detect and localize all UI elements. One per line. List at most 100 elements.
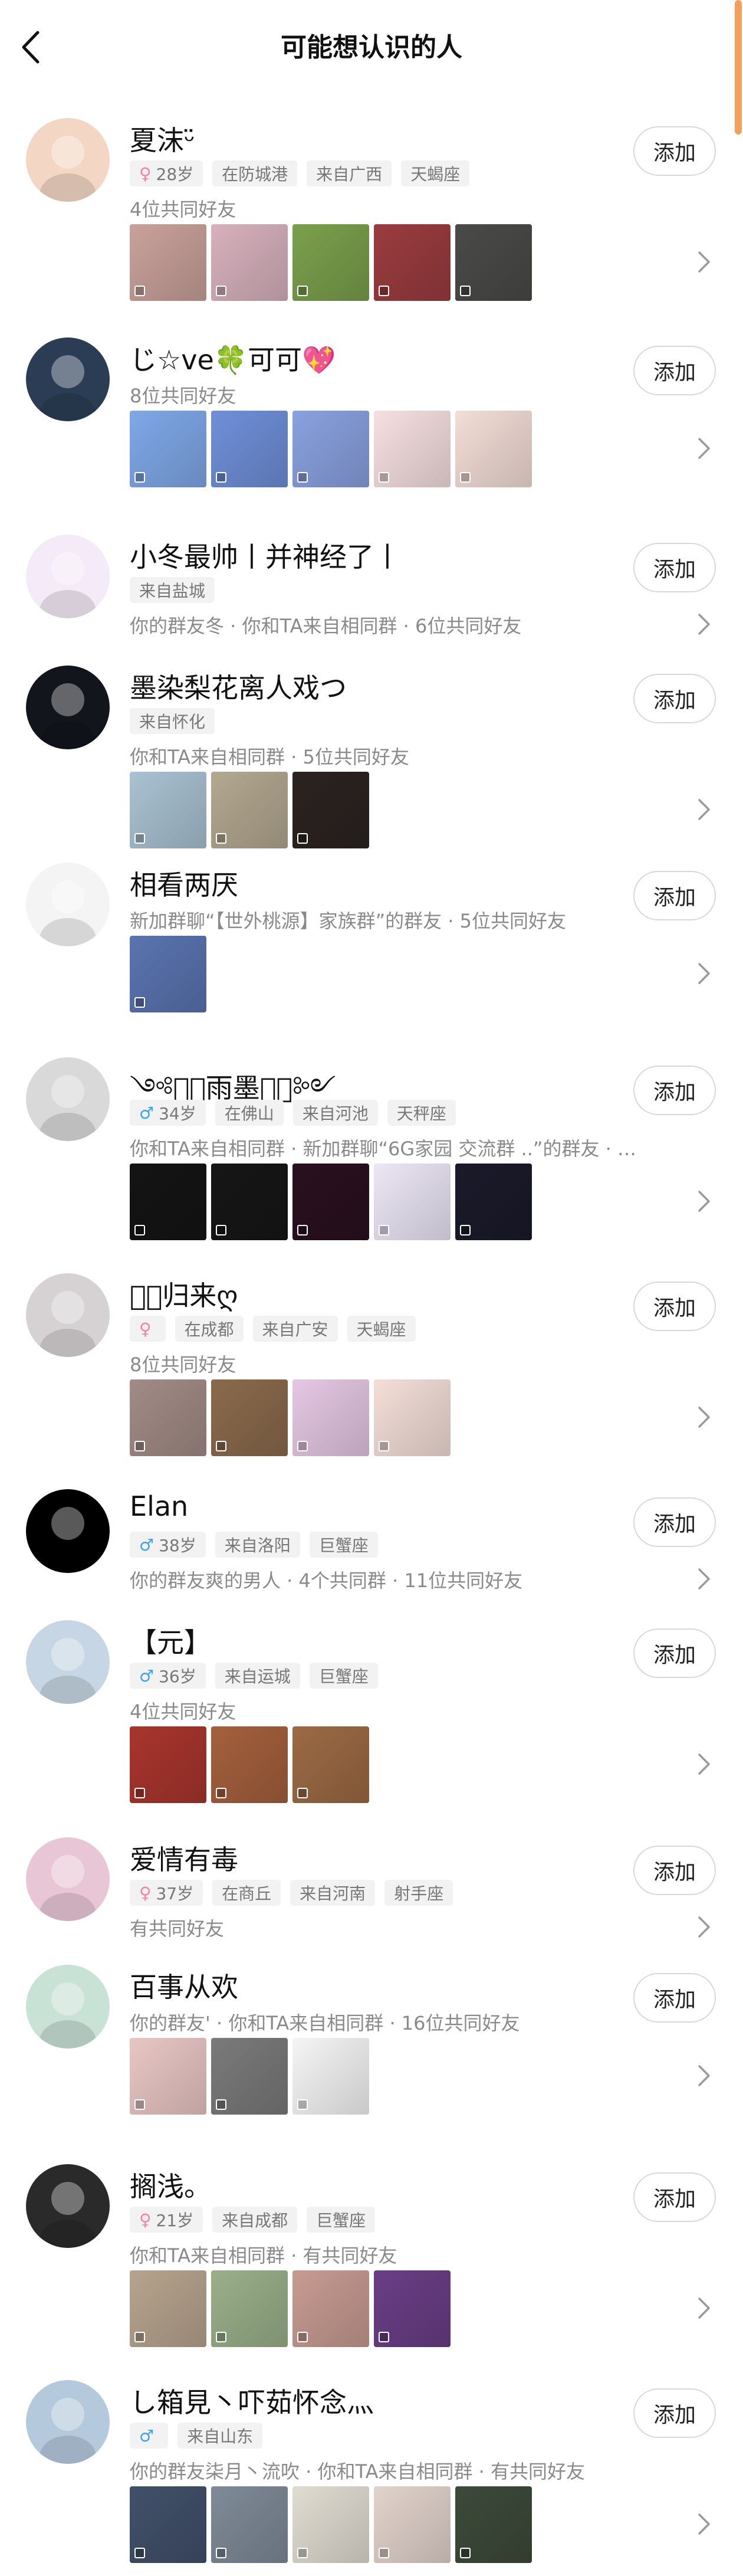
person-item[interactable]: 【元】 ♂ 36岁 来自运城 巨蟹座 4位共同好友 添加 bbox=[0, 1597, 743, 1814]
photo-thumbnail[interactable] bbox=[211, 2038, 288, 2115]
add-friend-button[interactable]: 添加 bbox=[633, 543, 716, 592]
photo-thumbnail[interactable] bbox=[211, 772, 288, 848]
photo-thumbnail[interactable] bbox=[130, 1164, 206, 1240]
person-item[interactable]: 爱情有毒 ♀ 37岁 在商丘 来自河南 射手座 有共同好友 添加 bbox=[0, 1814, 743, 1941]
photo-strip[interactable] bbox=[130, 2270, 451, 2347]
add-friend-button[interactable]: 添加 bbox=[633, 2172, 716, 2222]
photo-thumbnail[interactable] bbox=[130, 2270, 206, 2347]
person-item[interactable]: ᡃ⃝归来ღ ♀ 在成都 来自广安 天蝎座 8位共同好友 添加 bbox=[0, 1250, 743, 1466]
add-friend-button[interactable]: 添加 bbox=[633, 1628, 716, 1678]
add-friend-button[interactable]: 添加 bbox=[633, 1846, 716, 1895]
photo-thumbnail[interactable] bbox=[374, 411, 451, 487]
photo-thumbnail[interactable] bbox=[455, 224, 532, 301]
photo-thumbnail[interactable] bbox=[292, 1726, 369, 1803]
photo-thumbnail[interactable] bbox=[292, 2038, 369, 2115]
photo-strip[interactable] bbox=[130, 2486, 532, 2563]
photo-thumbnail[interactable] bbox=[211, 224, 288, 301]
chevron-right-icon[interactable] bbox=[695, 1404, 712, 1430]
person-item[interactable]: 搁浅。 ♀ 21岁 来自成都 巨蟹座 你和TA来自相同群 · 有共同好友 添加 bbox=[0, 2141, 743, 2357]
person-item[interactable]: Elan ♂ 38岁 来自洛阳 巨蟹座 你的群友爽的男人 · 4个共同群 · 11位共同好… bbox=[0, 1466, 743, 1597]
avatar[interactable] bbox=[26, 118, 110, 202]
chevron-right-icon[interactable] bbox=[695, 1914, 712, 1940]
photo-thumbnail[interactable] bbox=[211, 2486, 288, 2563]
photo-strip[interactable] bbox=[130, 1726, 369, 1803]
avatar[interactable] bbox=[26, 1273, 110, 1357]
photo-thumbnail[interactable] bbox=[374, 1164, 451, 1240]
photo-thumbnail[interactable] bbox=[292, 2270, 369, 2347]
photo-thumbnail[interactable] bbox=[211, 411, 288, 487]
add-friend-button[interactable]: 添加 bbox=[633, 1282, 716, 1331]
chevron-right-icon[interactable] bbox=[695, 435, 712, 461]
photo-thumbnail[interactable] bbox=[130, 1379, 206, 1456]
person-item[interactable]: 百事从欢 你的群友' · 你和TA来自相同群 · 16位共同好友 添加 bbox=[0, 1941, 743, 2141]
add-friend-button[interactable]: 添加 bbox=[633, 2388, 716, 2438]
avatar[interactable] bbox=[26, 1489, 110, 1573]
photo-thumbnail[interactable] bbox=[455, 411, 532, 487]
photo-strip[interactable] bbox=[130, 772, 369, 848]
photo-thumbnail[interactable] bbox=[292, 1164, 369, 1240]
add-friend-button[interactable]: 添加 bbox=[633, 871, 716, 920]
chevron-right-icon[interactable] bbox=[695, 797, 712, 822]
avatar[interactable] bbox=[26, 666, 110, 749]
person-item[interactable]: じ☆ve🍀可可💖 8位共同好友 添加 bbox=[0, 314, 743, 511]
add-friend-button[interactable]: 添加 bbox=[633, 1497, 716, 1547]
chevron-right-icon[interactable] bbox=[695, 611, 712, 637]
photo-thumbnail[interactable] bbox=[455, 2486, 532, 2563]
photo-thumbnail[interactable] bbox=[211, 1726, 288, 1803]
photo-thumbnail[interactable] bbox=[211, 1164, 288, 1240]
avatar[interactable] bbox=[26, 1965, 110, 2049]
photo-strip[interactable] bbox=[130, 2038, 369, 2115]
photo-thumbnail[interactable] bbox=[374, 1379, 451, 1456]
avatar[interactable] bbox=[26, 1620, 110, 1704]
chevron-right-icon[interactable] bbox=[695, 1566, 712, 1592]
photo-thumbnail[interactable] bbox=[130, 772, 206, 848]
chevron-right-icon[interactable] bbox=[695, 961, 712, 987]
avatar[interactable] bbox=[26, 1057, 110, 1141]
photo-strip[interactable] bbox=[130, 1164, 532, 1240]
person-item[interactable]: し箱見丶吓茹怀念灬 ♂ 来自山东 你的群友柒月丶流吹 · 你和TA来自相同群 · 有共… bbox=[0, 2357, 743, 2563]
add-friend-button[interactable]: 添加 bbox=[633, 1066, 716, 1115]
avatar[interactable] bbox=[26, 337, 110, 421]
avatar[interactable] bbox=[26, 2164, 110, 2248]
chevron-right-icon[interactable] bbox=[695, 2063, 712, 2089]
photo-thumbnail[interactable] bbox=[211, 2270, 288, 2347]
avatar[interactable] bbox=[26, 535, 110, 618]
photo-thumbnail[interactable] bbox=[292, 1379, 369, 1456]
photo-thumbnail[interactable] bbox=[292, 2486, 369, 2563]
photo-thumbnail[interactable] bbox=[130, 1726, 206, 1803]
photo-thumbnail[interactable] bbox=[374, 224, 451, 301]
chevron-right-icon[interactable] bbox=[695, 2511, 712, 2537]
photo-thumbnail[interactable] bbox=[211, 1379, 288, 1456]
photo-thumbnail[interactable] bbox=[292, 224, 369, 301]
photo-thumbnail[interactable] bbox=[292, 411, 369, 487]
photo-thumbnail[interactable] bbox=[130, 224, 206, 301]
photo-strip[interactable] bbox=[130, 411, 532, 487]
avatar[interactable] bbox=[26, 863, 110, 946]
chevron-right-icon[interactable] bbox=[695, 249, 712, 275]
add-friend-button[interactable]: 添加 bbox=[633, 674, 716, 723]
avatar[interactable] bbox=[26, 1837, 110, 1921]
photo-thumbnail[interactable] bbox=[130, 411, 206, 487]
add-friend-button[interactable]: 添加 bbox=[633, 346, 716, 395]
person-item[interactable]: 相看两厌 新加群聊“【世外桃源】家族群”的群友 · 5位共同好友 添加 bbox=[0, 839, 743, 1034]
photo-thumbnail[interactable] bbox=[292, 772, 369, 848]
chevron-right-icon[interactable] bbox=[695, 2295, 712, 2321]
photo-thumbnail[interactable] bbox=[130, 2038, 206, 2115]
add-friend-button[interactable]: 添加 bbox=[633, 126, 716, 176]
photo-strip[interactable] bbox=[130, 936, 206, 1012]
person-item[interactable]: 小冬最帅丨并神经了丨 来自盐城 你的群友冬 · 你和TA来自相同群 · 6位共同好友… bbox=[0, 511, 743, 642]
photo-strip[interactable] bbox=[130, 1379, 451, 1456]
person-item[interactable]: ༺ᡃ⃝雨墨ᡃ⃝༻ ♂ 34岁 在佛山 来自河池 天秤座 你和TA来自相同群 · 新加群聊“6… bbox=[0, 1034, 743, 1250]
chevron-right-icon[interactable] bbox=[695, 1188, 712, 1214]
add-friend-button[interactable]: 添加 bbox=[633, 1973, 716, 2023]
photo-thumbnail[interactable] bbox=[130, 2486, 206, 2563]
chevron-right-icon[interactable] bbox=[695, 1751, 712, 1777]
photo-thumbnail[interactable] bbox=[455, 1164, 532, 1240]
avatar[interactable] bbox=[26, 2380, 110, 2464]
photo-thumbnail[interactable] bbox=[374, 2270, 451, 2347]
person-item[interactable]: 夏沫ᵕ̈ ♀ 28岁 在防城港 来自广西 天蝎座 4位共同好友 添加 bbox=[0, 94, 743, 314]
photo-thumbnail[interactable] bbox=[374, 2486, 451, 2563]
photo-strip[interactable] bbox=[130, 224, 532, 301]
photo-thumbnail[interactable] bbox=[130, 936, 206, 1012]
person-item[interactable]: 墨染梨花离人戏つ 来自怀化 你和TA来自相同群 · 5位共同好友 添加 bbox=[0, 642, 743, 848]
